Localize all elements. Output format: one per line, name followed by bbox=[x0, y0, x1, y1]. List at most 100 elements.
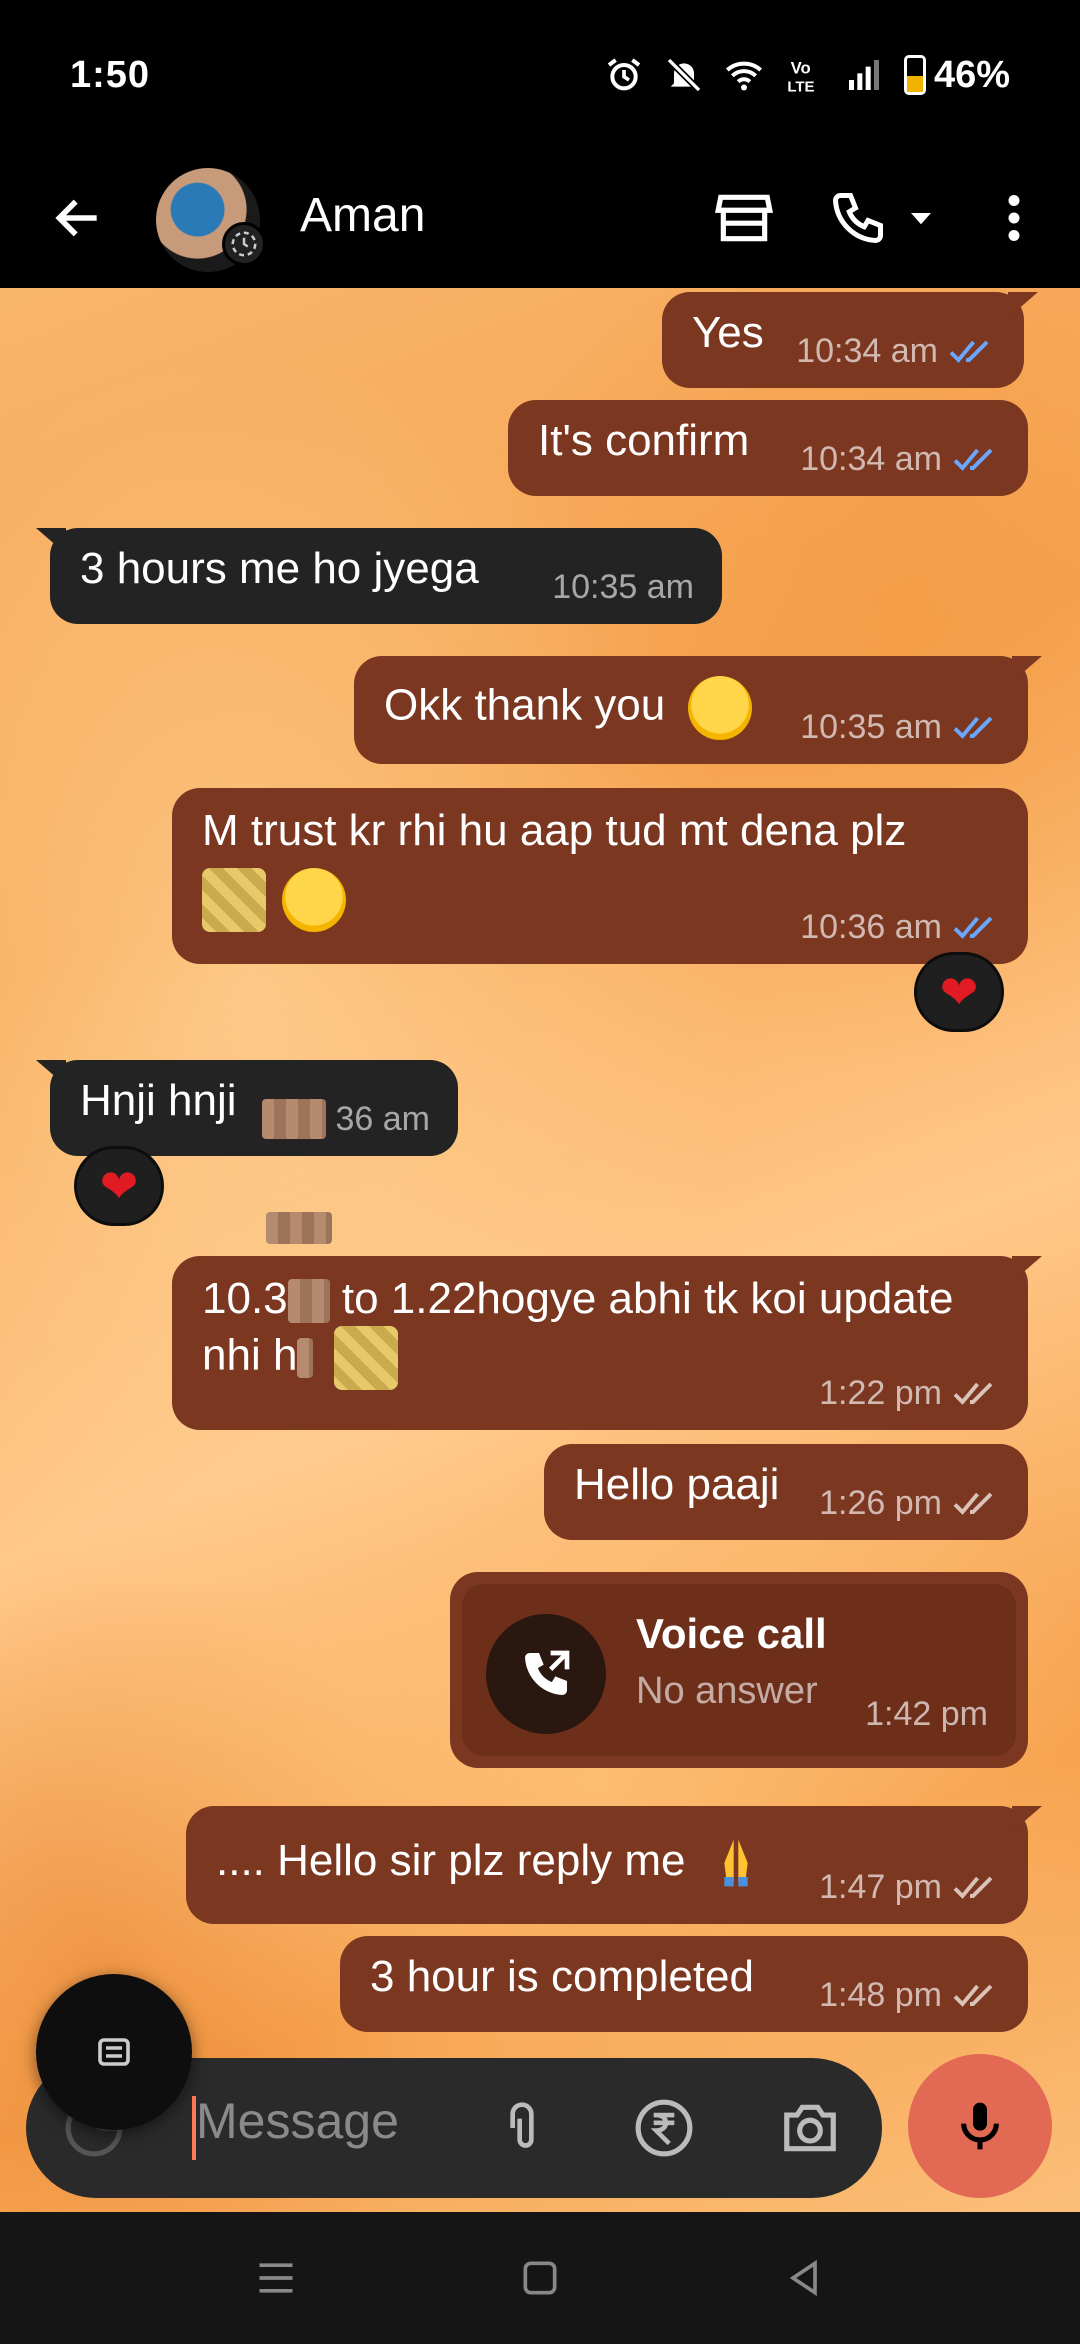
call-time: 1:42 pm bbox=[865, 1695, 988, 1733]
message-time: 36 am bbox=[335, 1100, 431, 1138]
chat-area[interactable]: Yes 10:34 am It's confirm 10:34 am 3 hou… bbox=[0, 288, 1080, 2212]
back-button[interactable] bbox=[40, 180, 116, 256]
battery-icon bbox=[903, 55, 926, 95]
delivered-receipt-icon bbox=[953, 1984, 993, 2007]
message-text: 3 hour is completed bbox=[370, 1952, 754, 2001]
mute-icon bbox=[666, 57, 702, 93]
switch-view-icon bbox=[98, 2038, 130, 2066]
message-bubble-outgoing[interactable]: 3 hour is completed 1:48 pm bbox=[340, 1936, 1028, 2032]
home-nav-icon[interactable] bbox=[518, 2256, 562, 2300]
delivered-receipt-icon bbox=[953, 1382, 993, 1405]
message-bubble-outgoing[interactable]: Okk thank you 10:35 am bbox=[354, 656, 1042, 764]
store-icon bbox=[715, 194, 773, 242]
message-text: nhi h bbox=[202, 1330, 298, 1380]
message-text: It's confirm bbox=[538, 416, 750, 465]
pixelated-emoji-icon bbox=[333, 1326, 398, 1390]
message-time: 10:35 am bbox=[552, 568, 694, 606]
store-button[interactable] bbox=[706, 180, 782, 256]
battery-indicator: 46% bbox=[903, 53, 1010, 97]
payment-button[interactable] bbox=[628, 2092, 700, 2164]
message-text: Okk thank you bbox=[384, 680, 666, 730]
smiling-emoji-icon bbox=[687, 676, 752, 740]
message-text: .... Hello sir plz reply me bbox=[216, 1836, 686, 1885]
message-bubble-outgoing[interactable]: .... Hello sir plz reply me 1:47 pm bbox=[186, 1806, 1042, 1924]
call-button[interactable] bbox=[820, 180, 896, 256]
message-time: 1:22 pm bbox=[819, 1374, 942, 1412]
redacted-patch bbox=[297, 1338, 314, 1378]
status-bar: 1:50 Vo LTE 46% bbox=[0, 0, 1080, 150]
status-time: 1:50 bbox=[70, 53, 151, 96]
message-time: 1:48 pm bbox=[819, 1976, 942, 2014]
message-text: Hnji hnji bbox=[80, 1076, 237, 1125]
signal-icon bbox=[848, 60, 879, 90]
battery-percent: 46% bbox=[933, 53, 1010, 96]
camera-button[interactable] bbox=[774, 2092, 846, 2164]
back-arrow-icon bbox=[55, 199, 97, 237]
message-bubble-outgoing[interactable]: 10.3 to 1.22hogye abhi tk koi update nhi… bbox=[172, 1256, 1042, 1430]
call-status: No answer bbox=[636, 1670, 818, 1712]
delivered-receipt-icon bbox=[953, 1492, 993, 1515]
attach-button[interactable] bbox=[486, 2092, 558, 2164]
message-time: 1:47 pm bbox=[819, 1868, 942, 1906]
volte-icon: Vo LTE bbox=[787, 58, 814, 95]
message-reaction[interactable]: ❤ bbox=[74, 1146, 164, 1226]
message-time: 10:34 am bbox=[796, 332, 938, 370]
redacted-patch bbox=[266, 1212, 332, 1244]
message-text: M trust kr rhi hu aap tud mt dena plz bbox=[202, 806, 907, 855]
more-options-button[interactable] bbox=[976, 180, 1052, 256]
read-receipt-icon bbox=[949, 340, 989, 363]
mic-icon bbox=[961, 2102, 999, 2150]
message-bubble-outgoing[interactable]: Yes 10:34 am bbox=[662, 292, 1038, 388]
wifi-icon bbox=[725, 61, 762, 91]
chevron-down-icon bbox=[911, 213, 931, 225]
attach-icon bbox=[510, 2102, 534, 2148]
message-time: 10:35 am bbox=[800, 708, 942, 746]
message-time: 10:36 am bbox=[800, 908, 942, 946]
redacted-patch bbox=[287, 1279, 330, 1324]
back-nav-icon[interactable] bbox=[782, 2256, 826, 2300]
message-input[interactable]: Message bbox=[196, 2092, 399, 2150]
svg-text:Vo: Vo bbox=[791, 58, 811, 77]
message-bubble-incoming[interactable]: 3 hours me ho jyega 10:35 am bbox=[36, 528, 722, 624]
recents-nav-icon[interactable] bbox=[254, 2256, 298, 2300]
message-bubble-outgoing[interactable]: M trust kr rhi hu aap tud mt dena plz 10… bbox=[172, 788, 1028, 964]
call-title: Voice call bbox=[636, 1610, 827, 1657]
chat-header: Aman bbox=[0, 150, 1080, 288]
message-text: 10.3 bbox=[202, 1274, 288, 1323]
voice-record-button[interactable] bbox=[908, 2054, 1052, 2198]
read-receipt-icon bbox=[953, 916, 993, 939]
message-reaction[interactable]: ❤ bbox=[914, 952, 1004, 1032]
svg-text:LTE: LTE bbox=[787, 79, 814, 95]
heart-reaction-icon: ❤ bbox=[99, 1160, 139, 1212]
message-text: 3 hours me ho jyega bbox=[80, 544, 479, 593]
message-text: Hello paaji bbox=[574, 1460, 780, 1509]
system-nav-bar bbox=[0, 2212, 1080, 2344]
camera-icon bbox=[784, 2104, 836, 2152]
voice-call-card[interactable]: Voice call No answer 1:42 pm bbox=[450, 1572, 1028, 1768]
message-bubble-outgoing[interactable]: Hello paaji 1:26 pm bbox=[544, 1444, 1028, 1540]
alarm-icon bbox=[607, 58, 641, 91]
phone-icon bbox=[832, 193, 883, 244]
contact-name[interactable]: Aman bbox=[300, 176, 425, 256]
floating-action-button[interactable] bbox=[36, 1974, 192, 2130]
read-receipt-icon bbox=[953, 716, 993, 739]
message-time: 1:26 pm bbox=[819, 1484, 942, 1522]
status-update-icon bbox=[222, 222, 266, 266]
rupee-payment-icon bbox=[635, 2099, 693, 2157]
message-bubble-incoming[interactable]: Hnji hnji 36 am bbox=[36, 1060, 458, 1156]
read-receipt-icon bbox=[953, 448, 993, 471]
status-icons: Vo LTE 46% bbox=[604, 54, 1010, 97]
pixelated-emoji-icon bbox=[202, 868, 266, 932]
call-options-button[interactable] bbox=[896, 180, 946, 256]
message-text: to 1.22hogye abhi tk koi update bbox=[329, 1274, 954, 1323]
crying-smile-emoji-icon bbox=[282, 868, 347, 932]
heart-reaction-icon: ❤ bbox=[939, 966, 979, 1018]
redacted-patch bbox=[261, 1099, 326, 1139]
message-time: 10:34 am bbox=[800, 440, 942, 478]
message-text: Yes bbox=[692, 308, 764, 357]
folded-hands-emoji-icon bbox=[724, 1840, 748, 1887]
delivered-receipt-icon bbox=[953, 1876, 993, 1899]
missed-call-icon[interactable] bbox=[486, 1614, 606, 1734]
message-bubble-outgoing[interactable]: It's confirm 10:34 am bbox=[508, 400, 1028, 496]
more-vert-icon bbox=[1008, 195, 1020, 241]
